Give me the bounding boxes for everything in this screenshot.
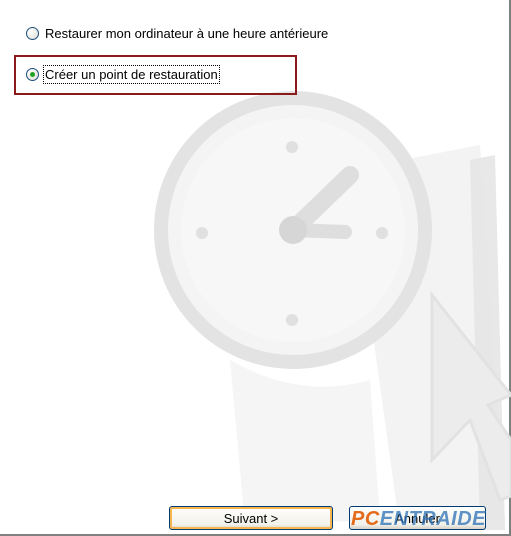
cancel-button[interactable]: Annuler bbox=[349, 506, 486, 530]
wizard-panel: Restaurer mon ordinateur à une heure ant… bbox=[0, 0, 511, 536]
option-restore-earlier[interactable]: Restaurer mon ordinateur à une heure ant… bbox=[26, 24, 328, 42]
option-restore-earlier-label: Restaurer mon ordinateur à une heure ant… bbox=[45, 25, 329, 41]
next-button[interactable]: Suivant > bbox=[169, 506, 333, 530]
radio-restore-earlier[interactable] bbox=[26, 26, 39, 40]
radio-create-restore-point[interactable] bbox=[26, 67, 39, 81]
option-create-restore-point[interactable]: Créer un point de restauration bbox=[26, 64, 220, 84]
next-button-label: Suivant > bbox=[223, 510, 279, 526]
cancel-button-label: Annuler bbox=[395, 510, 440, 526]
option-create-restore-point-label: Créer un point de restauration bbox=[43, 64, 220, 84]
